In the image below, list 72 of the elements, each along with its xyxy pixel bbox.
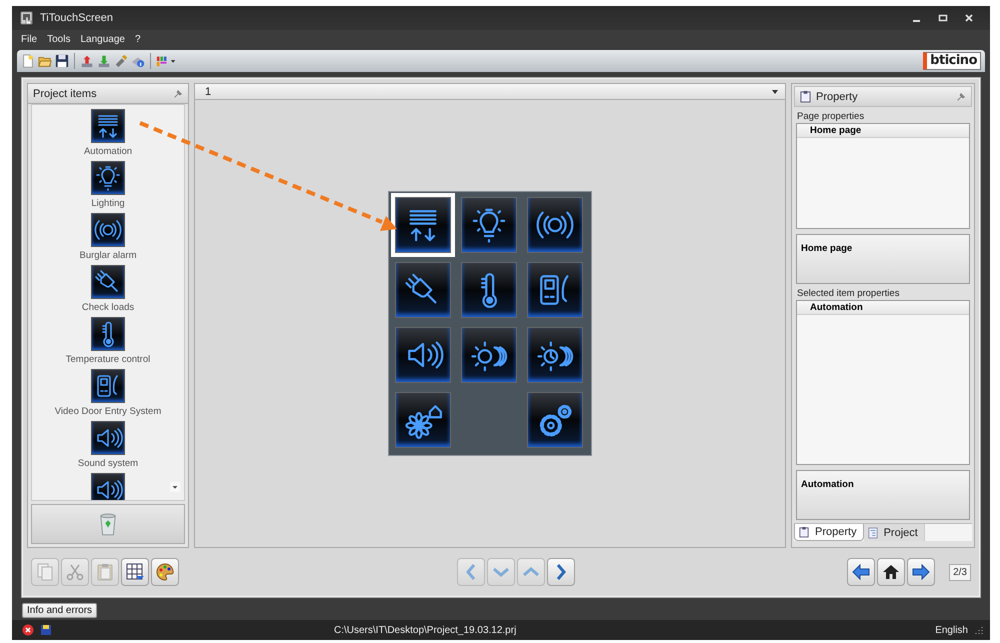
function-tile[interactable] xyxy=(461,197,517,253)
window-title: TiTouchScreen xyxy=(40,12,113,24)
panel-title: Property xyxy=(816,90,858,102)
project-item[interactable]: Temperature control xyxy=(66,317,150,365)
info-and-errors-button[interactable]: Info and errors xyxy=(22,602,98,618)
panel-title: Project items xyxy=(33,88,97,100)
palette-button[interactable] xyxy=(151,558,179,586)
menu-item[interactable]: File xyxy=(16,34,42,44)
caret-icon xyxy=(771,88,779,96)
right-arrow-icon xyxy=(911,562,932,582)
download-icon[interactable] xyxy=(97,54,111,68)
function-tile[interactable] xyxy=(395,327,451,383)
new-document-icon[interactable] xyxy=(21,54,35,68)
scissors-icon xyxy=(65,562,85,582)
close-icon[interactable] xyxy=(964,13,974,23)
project-item[interactable]: Sound system xyxy=(78,421,138,469)
function-tile[interactable] xyxy=(527,327,583,383)
upload-icon[interactable] xyxy=(80,54,94,68)
clipboard-icon xyxy=(800,90,811,103)
function-tile[interactable] xyxy=(461,262,517,318)
project-item[interactable]: Lighting xyxy=(91,161,125,209)
hand-screen-icon xyxy=(20,11,34,25)
home-button[interactable] xyxy=(877,558,906,586)
save-icon xyxy=(40,624,52,636)
page-counter: 2/3 xyxy=(949,564,971,580)
recycle-bin-icon xyxy=(99,512,117,536)
description-title: Automation xyxy=(800,478,855,492)
pin-icon[interactable] xyxy=(956,92,966,102)
palette-icon xyxy=(155,562,175,582)
section-label: Selected item properties xyxy=(796,287,900,300)
maximize-icon[interactable] xyxy=(938,13,948,23)
panel-tab[interactable]: Project xyxy=(864,524,925,541)
error-icon xyxy=(22,624,34,636)
function-tile[interactable] xyxy=(395,262,451,318)
language-indicator: English xyxy=(935,624,968,636)
tools-icon[interactable] xyxy=(114,54,128,68)
function-tile[interactable] xyxy=(527,197,583,253)
pin-icon[interactable] xyxy=(173,88,183,98)
left-arrow-icon xyxy=(851,562,872,582)
grid-header: Automation xyxy=(797,301,969,315)
forward-button[interactable] xyxy=(907,558,936,586)
menu-item[interactable]: Language xyxy=(75,34,130,44)
back-button[interactable] xyxy=(847,558,876,586)
function-tile[interactable] xyxy=(461,327,517,383)
panel-tab[interactable]: Property xyxy=(794,524,864,541)
table-icon xyxy=(125,562,145,582)
clipboard-icon xyxy=(95,562,115,582)
description-title: Home page xyxy=(800,242,854,256)
project-item[interactable] xyxy=(91,473,125,500)
project-item[interactable]: Check loads xyxy=(82,265,134,313)
brand-logo: bticino xyxy=(923,52,981,70)
section-label: Page properties xyxy=(796,110,866,123)
table-button[interactable] xyxy=(121,558,149,586)
project-item[interactable]: Video Door Entry System xyxy=(54,369,162,417)
menu-item[interactable]: Tools xyxy=(42,34,76,44)
next-button[interactable] xyxy=(547,558,576,586)
scroll-down-icon[interactable] xyxy=(170,482,180,492)
file-path: C:\Users\IT\Desktop\Project_19.03.12.prj xyxy=(334,624,516,636)
project-item[interactable]: Burglar alarm xyxy=(79,213,137,261)
function-tile[interactable] xyxy=(527,262,583,318)
resize-grip-icon[interactable] xyxy=(974,625,984,635)
tree-list-icon xyxy=(868,526,878,538)
function-tile[interactable] xyxy=(395,392,451,448)
project-item[interactable]: Automation xyxy=(84,109,132,157)
grid-header: Home page xyxy=(797,124,969,138)
clipboard-icon xyxy=(799,526,809,538)
page-dropdown[interactable]: 1 xyxy=(195,84,785,100)
copy-icon xyxy=(35,562,55,582)
function-tile[interactable] xyxy=(527,392,583,448)
menu-item[interactable]: ? xyxy=(130,34,146,44)
color-grid-dropdown-icon[interactable] xyxy=(156,54,177,68)
house-icon xyxy=(881,562,902,582)
